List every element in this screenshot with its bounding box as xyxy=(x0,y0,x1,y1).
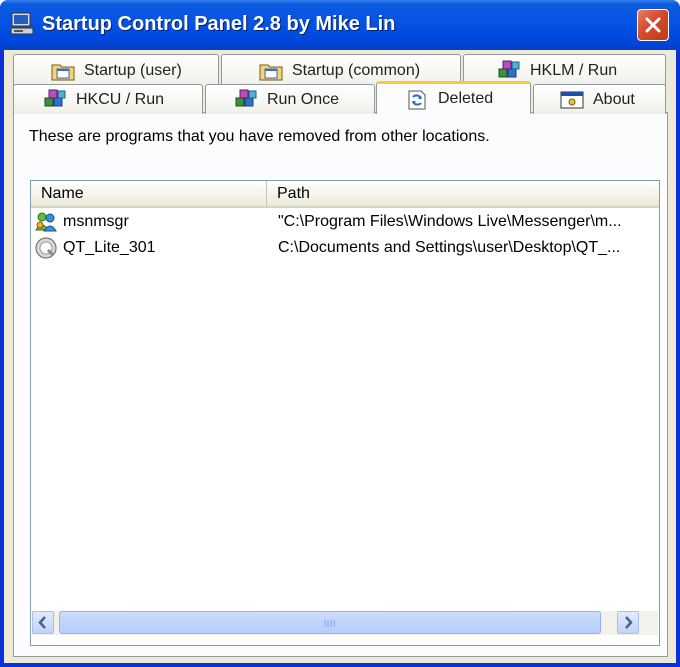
scroll-left-button[interactable] xyxy=(32,611,54,634)
grip-icon xyxy=(324,620,335,627)
item-name: QT_Lite_301 xyxy=(63,239,156,256)
computer-icon xyxy=(9,11,35,37)
horizontal-scrollbar[interactable] xyxy=(32,611,658,635)
tab-label: Startup (common) xyxy=(292,61,421,79)
scroll-right-button[interactable] xyxy=(617,611,639,634)
tab-label: HKLM / Run xyxy=(530,61,618,79)
tab-hkcu-run[interactable]: HKCU / Run xyxy=(13,84,203,114)
close-x-icon xyxy=(645,17,661,33)
messenger-buddies-icon xyxy=(34,210,58,234)
folder-startup-icon xyxy=(50,59,76,83)
column-header-path[interactable]: Path xyxy=(267,181,659,206)
programs-list[interactable]: Name Path msnmsgr "C:\Program Files\Wind… xyxy=(30,180,660,646)
tab-run-once[interactable]: Run Once xyxy=(205,84,375,114)
panel-description: These are programs that you have removed… xyxy=(29,128,490,145)
recycle-icon xyxy=(404,87,430,111)
tab-label: Run Once xyxy=(267,90,340,108)
client-area: Startup (user) Startup (common) HKLM / R… xyxy=(4,50,676,663)
tab-startup-user[interactable]: Startup (user) xyxy=(13,54,219,86)
list-item[interactable]: msnmsgr "C:\Program Files\Windows Live\M… xyxy=(31,209,659,235)
item-path: C:\Documents and Settings\user\Desktop\Q… xyxy=(278,239,621,256)
arrow-left-icon xyxy=(38,616,46,629)
tab-label: Startup (user) xyxy=(84,61,182,79)
registry-cubes-icon xyxy=(42,88,68,112)
tab-label: HKCU / Run xyxy=(76,90,165,108)
tab-label: Deleted xyxy=(438,90,494,107)
window-title: Startup Control Panel 2.8 by Mike Lin xyxy=(42,13,396,35)
column-header-name[interactable]: Name xyxy=(31,181,267,206)
tab-label: About xyxy=(593,90,635,108)
tab-about[interactable]: About xyxy=(533,84,666,114)
scrollbar-thumb[interactable] xyxy=(59,611,601,634)
item-path: "C:\Program Files\Windows Live\Messenger… xyxy=(278,213,622,230)
close-button[interactable] xyxy=(637,9,669,41)
list-header: Name Path xyxy=(31,181,659,208)
app-window: Startup Control Panel 2.8 by Mike Lin St… xyxy=(0,0,680,667)
tab-panel-deleted: These are programs that you have removed… xyxy=(13,112,668,657)
registry-cubes-icon xyxy=(233,88,259,112)
list-item[interactable]: QT_Lite_301 C:\Documents and Settings\us… xyxy=(31,235,659,261)
registry-cubes-icon xyxy=(496,59,522,83)
window-info-icon xyxy=(559,88,585,112)
tab-deleted[interactable]: Deleted xyxy=(376,81,531,114)
folder-startup-icon xyxy=(258,59,284,83)
title-bar[interactable]: Startup Control Panel 2.8 by Mike Lin xyxy=(0,0,680,50)
item-name: msnmsgr xyxy=(63,213,129,230)
arrow-right-icon xyxy=(625,616,633,629)
quicktime-icon xyxy=(34,236,58,260)
